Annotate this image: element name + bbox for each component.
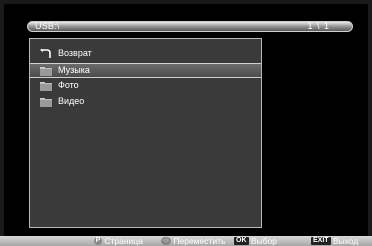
list-item-photo[interactable]: Фото	[30, 79, 261, 94]
list-item-label: Фото	[58, 80, 79, 90]
file-list: Возврат Музыка Фото Видео	[29, 38, 262, 228]
hint-page-label: Страница	[104, 236, 143, 246]
list-item-label: Видео	[58, 96, 85, 106]
list-item-music[interactable]: Музыка	[30, 63, 261, 78]
hint-ok-label: Выбор	[250, 236, 277, 246]
footer-hint-bar: P Страница ·:· Переместить OK Выбор EXIT…	[0, 236, 372, 246]
hint-move: ·:· Переместить	[161, 236, 225, 246]
ok-key-icon: OK	[234, 237, 249, 245]
hint-ok: OK Выбор	[234, 236, 277, 246]
path-bar: USB:\ 1 \ 1	[27, 21, 353, 32]
hint-move-label: Переместить	[173, 236, 226, 246]
back-icon	[40, 49, 51, 58]
page-key-icon: P	[94, 237, 102, 245]
page-counter: 1 \ 1	[307, 21, 330, 31]
folder-icon	[40, 98, 52, 107]
media-browser-screen: USB:\ 1 \ 1 Возврат Музыка Фото Видео	[4, 4, 368, 236]
current-path: USB:\	[35, 21, 60, 31]
hint-page: P Страница	[94, 236, 143, 246]
hint-exit: EXIT Выход	[311, 236, 358, 246]
list-item-back[interactable]: Возврат	[30, 47, 261, 62]
list-item-label: Возврат	[58, 48, 92, 58]
list-item-video[interactable]: Видео	[30, 95, 261, 110]
navigate-arrows-icon: ·:·	[161, 237, 171, 245]
exit-key-icon: EXIT	[311, 237, 331, 245]
folder-icon	[40, 82, 52, 91]
list-item-label: Музыка	[58, 65, 90, 75]
folder-icon	[40, 67, 52, 76]
hint-exit-label: Выход	[332, 236, 359, 246]
